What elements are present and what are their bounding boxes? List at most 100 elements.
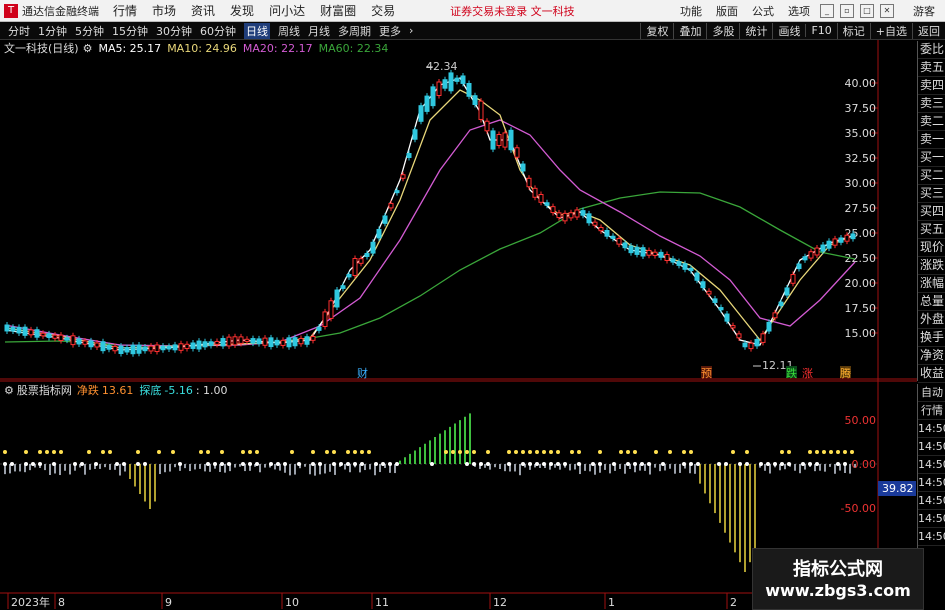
side-panel-item[interactable]: 卖三 xyxy=(918,95,945,113)
candle-body xyxy=(214,340,220,345)
restore-rights-button[interactable]: 复权 xyxy=(640,22,673,39)
side-panel-item[interactable]: 涨幅 xyxy=(918,275,945,293)
period-daily[interactable]: 日线 xyxy=(244,22,270,39)
chevron-right-icon[interactable]: › xyxy=(409,24,413,37)
ticker-panel-item[interactable]: 14:50 xyxy=(918,438,945,456)
indicator-header: ⚙ 股票指标网 净跌 13.61 探底 -5.16 : 1.00 xyxy=(4,382,228,398)
draw-line-button[interactable]: 画线 xyxy=(772,22,805,39)
period-30min[interactable]: 30分钟 xyxy=(156,23,192,39)
indicator-dot-yellow xyxy=(59,450,63,454)
menu-item-function[interactable]: 功能 xyxy=(680,3,702,19)
menu-item-news[interactable]: 资讯 xyxy=(191,2,215,19)
candle-body xyxy=(778,301,784,307)
candle-body xyxy=(688,267,694,272)
marker-forecast[interactable]: 预 xyxy=(701,367,712,380)
indicator-dot-white xyxy=(122,462,126,466)
marker-fall[interactable]: 跌 xyxy=(786,366,797,380)
indicator-value-3: : 1.00 xyxy=(195,383,228,397)
period-15min[interactable]: 15分钟 xyxy=(112,23,148,39)
candle-body xyxy=(580,210,586,216)
ticker-panel-item[interactable]: 14:50 xyxy=(918,510,945,528)
candle-body xyxy=(322,311,328,327)
indicator-value-1: 13.61 xyxy=(101,383,134,397)
side-panel-item[interactable]: 买一 xyxy=(918,149,945,167)
candle-body xyxy=(622,242,628,249)
side-panel-item[interactable]: 买五 xyxy=(918,221,945,239)
menu-item-layout[interactable]: 版面 xyxy=(716,3,738,19)
guest-label[interactable]: 游客 xyxy=(913,3,935,19)
minimize-icon[interactable]: _ xyxy=(820,3,834,18)
indicator-dot-white xyxy=(591,462,595,466)
chart-canvas[interactable]: 40.0037.5035.0032.5030.0027.5025.0022.50… xyxy=(0,40,917,609)
ticker-panel-item[interactable]: 14:50 xyxy=(918,492,945,510)
ticker-panel-item[interactable]: 14:50 xyxy=(918,528,945,546)
close-icon[interactable]: ✕ xyxy=(880,3,894,18)
login-warning[interactable]: 证券交易未登录 文一科技 xyxy=(450,3,575,19)
side-panel-item[interactable]: 换手 xyxy=(918,329,945,347)
add-favorite-button[interactable]: +自选 xyxy=(869,22,912,39)
candle-body xyxy=(832,238,838,246)
ticker-panel-item[interactable]: 自动 xyxy=(918,384,945,402)
marker-rise[interactable]: 涨 xyxy=(802,367,813,380)
menu-item-ask[interactable]: 问小达 xyxy=(269,2,305,19)
side-panel-item[interactable]: 卖四 xyxy=(918,77,945,95)
side-panel-item[interactable]: 买四 xyxy=(918,203,945,221)
side-panel-item[interactable]: 收益 xyxy=(918,365,945,383)
maximize-icon[interactable]: □ xyxy=(860,3,874,18)
marker-finance[interactable]: 财 xyxy=(357,366,368,380)
side-panel-item[interactable]: 卖一 xyxy=(918,131,945,149)
candle-body xyxy=(166,345,172,350)
f10-button[interactable]: F10 xyxy=(805,24,836,37)
menu-item-wealth[interactable]: 财富圈 xyxy=(320,2,356,19)
indicator-dot-white xyxy=(143,462,147,466)
side-panel-item[interactable]: 委比 xyxy=(918,41,945,59)
candle-body xyxy=(184,343,190,350)
candle-body xyxy=(172,344,178,351)
candle-body xyxy=(544,202,550,206)
side-panel-item[interactable]: 净资 xyxy=(918,347,945,365)
candle-body xyxy=(142,346,148,352)
settings-icon[interactable]: ⚙ xyxy=(4,384,14,397)
ticker-panel-item[interactable]: 14:50 xyxy=(918,456,945,474)
multi-stock-button[interactable]: 多股 xyxy=(706,22,739,39)
mark-button[interactable]: 标记 xyxy=(836,22,870,39)
back-button[interactable]: 返回 xyxy=(912,22,945,39)
indicator-dot-white xyxy=(577,462,581,466)
side-panel-item[interactable]: 现价 xyxy=(918,239,945,257)
indicator-value-2: -5.16 xyxy=(164,383,193,397)
period-5min[interactable]: 5分钟 xyxy=(75,23,104,39)
side-panel-item[interactable]: 卖二 xyxy=(918,113,945,131)
menu-item-options[interactable]: 选项 xyxy=(788,3,810,19)
side-panel-item[interactable]: 总量 xyxy=(918,293,945,311)
period-multi[interactable]: 多周期 xyxy=(338,23,371,39)
menu-item-trade[interactable]: 交易 xyxy=(371,2,395,19)
menu-item-market[interactable]: 市场 xyxy=(152,2,176,19)
candle-body xyxy=(274,339,280,346)
ticker-panel-item[interactable]: 14:50 xyxy=(918,420,945,438)
period-monthly[interactable]: 月线 xyxy=(308,23,330,39)
period-60min[interactable]: 60分钟 xyxy=(200,23,236,39)
indicator-dot-white xyxy=(3,462,7,466)
ticker-panel-item[interactable]: 行情 xyxy=(918,402,945,420)
x-tick-label: 9 xyxy=(165,596,172,609)
stats-button[interactable]: 统计 xyxy=(739,22,772,39)
side-panel-item[interactable]: 外盘 xyxy=(918,311,945,329)
side-panel-item[interactable]: 卖五 xyxy=(918,59,945,77)
indicator-dot-white xyxy=(52,462,56,466)
menu-item-quotes[interactable]: 行情 xyxy=(113,2,137,19)
side-panel-item[interactable]: 涨跌 xyxy=(918,257,945,275)
overlay-button[interactable]: 叠加 xyxy=(673,22,706,39)
menu-item-formula[interactable]: 公式 xyxy=(752,3,774,19)
menu-item-discover[interactable]: 发现 xyxy=(230,2,254,19)
ticker-panel-item[interactable]: 14:50 xyxy=(918,474,945,492)
period-weekly[interactable]: 周线 xyxy=(278,23,300,39)
marker-tencent[interactable]: 腾 xyxy=(840,366,851,380)
period-intraday[interactable]: 分时 xyxy=(8,23,30,39)
indicator-dot-yellow xyxy=(668,450,672,454)
restore-icon[interactable]: ▫ xyxy=(840,3,854,18)
indicator-dot-white xyxy=(283,462,287,466)
side-panel-item[interactable]: 买二 xyxy=(918,167,945,185)
side-panel-item[interactable]: 买三 xyxy=(918,185,945,203)
period-more[interactable]: 更多 xyxy=(379,23,401,39)
period-1min[interactable]: 1分钟 xyxy=(38,23,67,39)
